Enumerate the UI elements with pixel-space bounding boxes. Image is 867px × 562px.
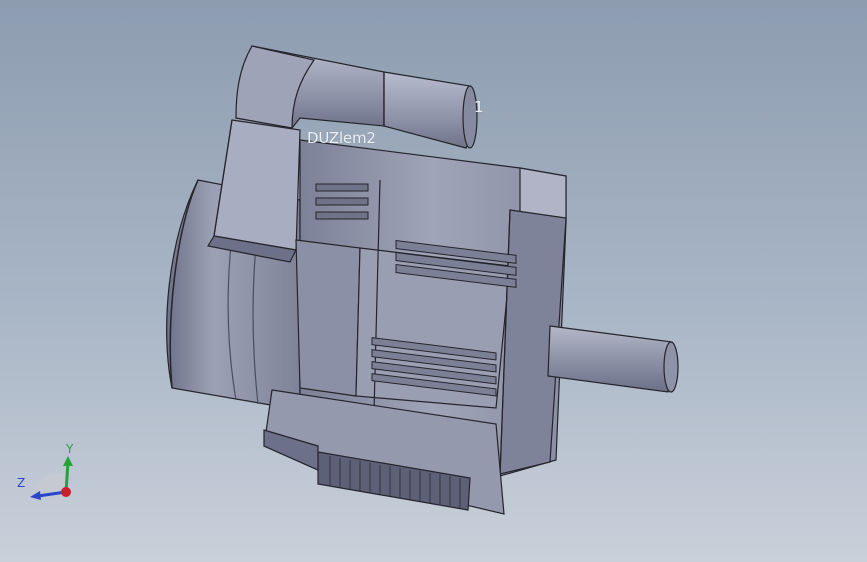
annotation-label-plane: DUZlem2 bbox=[307, 129, 376, 147]
output-shaft[interactable] bbox=[547, 325, 679, 393]
orientation-triad bbox=[30, 456, 73, 500]
x-axis-origin bbox=[61, 487, 71, 497]
axis-y-label: Y bbox=[66, 442, 74, 456]
graphics-viewport[interactable]: DUZlem2 1 Y Z bbox=[0, 0, 867, 562]
terminal-box[interactable] bbox=[207, 119, 301, 263]
axis-z-label: Z bbox=[17, 476, 26, 490]
annotation-label-index: 1 bbox=[474, 98, 484, 116]
motor-model[interactable] bbox=[0, 0, 867, 562]
